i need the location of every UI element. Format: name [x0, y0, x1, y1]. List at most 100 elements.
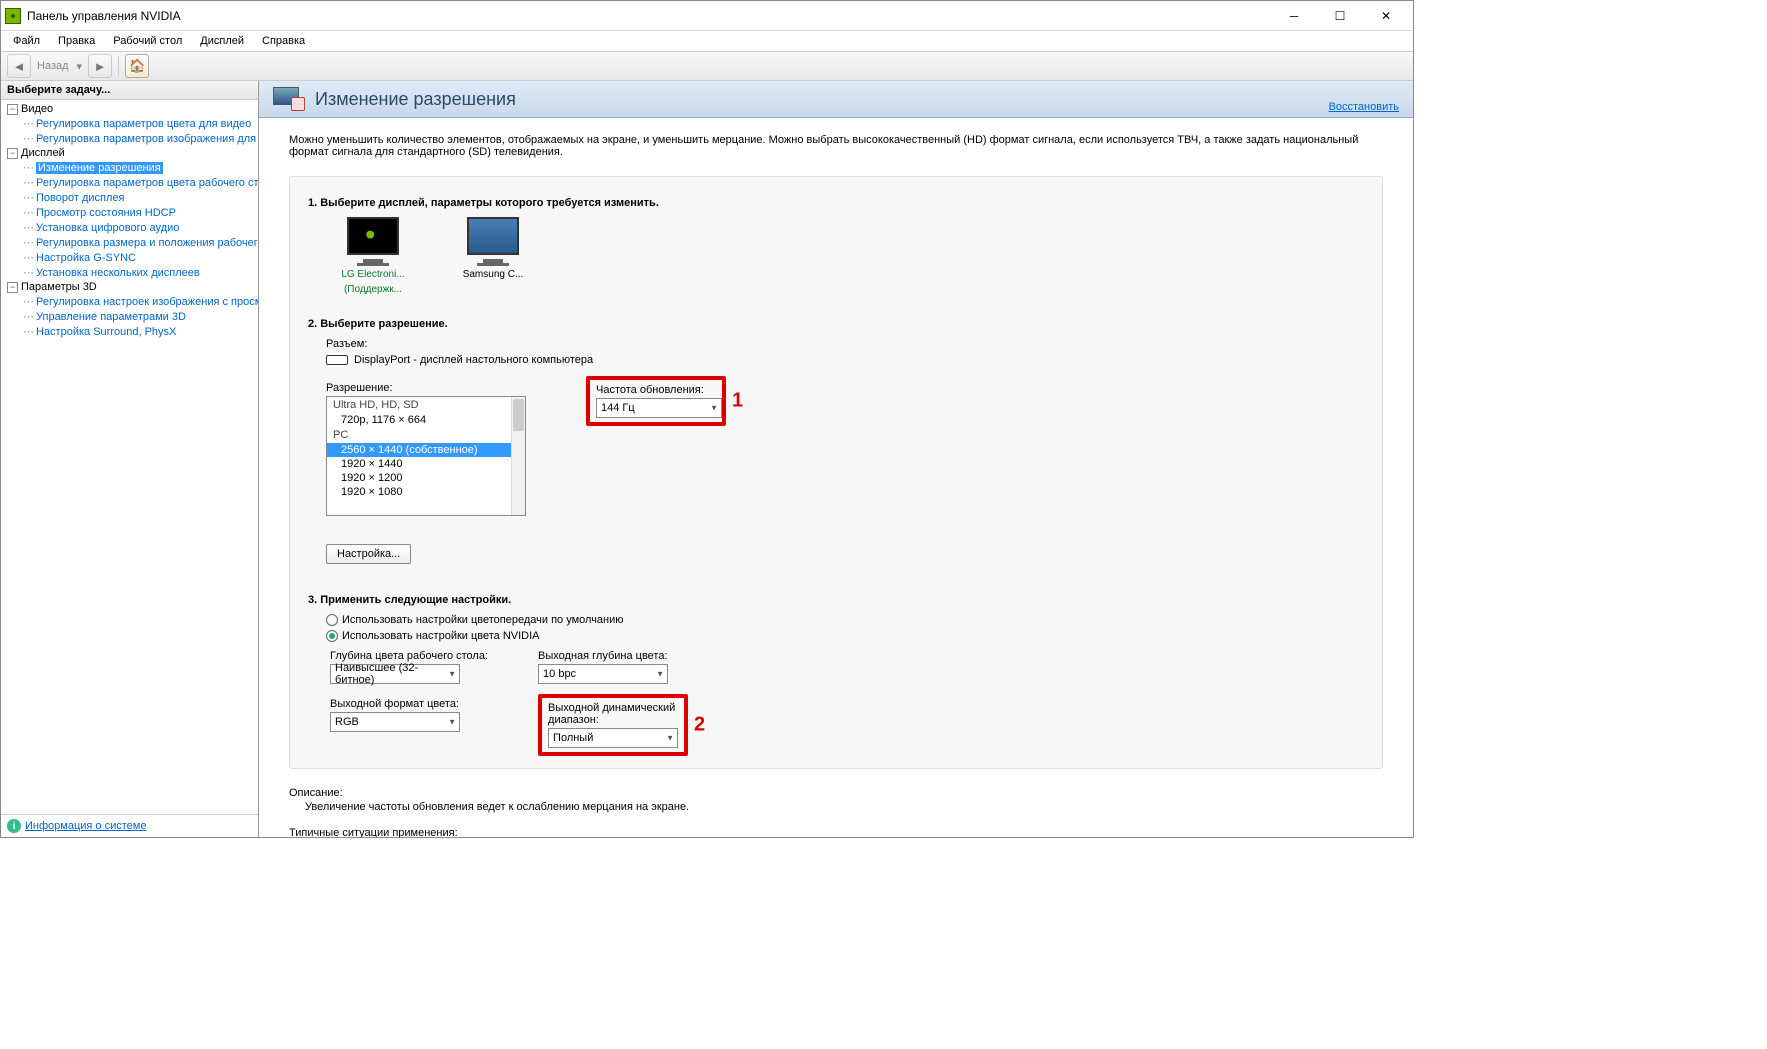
resolution-icon [273, 87, 305, 111]
step2-label: 2. Выберите разрешение. [308, 318, 1364, 330]
color-depth-select[interactable]: Наивысшее (32-битное) ▼ [330, 664, 460, 684]
menu-file[interactable]: Файл [5, 33, 48, 49]
back-label: Назад [35, 60, 71, 72]
tree-label-3d: Параметры 3D [21, 281, 97, 293]
menu-display[interactable]: Дисплей [192, 33, 252, 49]
resolution-option[interactable]: 720p, 1176 × 664 [327, 413, 525, 427]
body: Выберите задачу... − Видео ⋯Регулировка … [1, 81, 1413, 837]
display-item-samsung[interactable]: Samsung C... [458, 217, 528, 296]
connector-label: Разъем: [326, 338, 1364, 350]
titlebar: Панель управления NVIDIA ─ ☐ ✕ [1, 1, 1413, 31]
tree-group-3d[interactable]: − Параметры 3D [1, 280, 258, 294]
menu-edit[interactable]: Правка [50, 33, 103, 49]
tree-item-change-resolution[interactable]: ⋯Изменение разрешения [1, 160, 258, 175]
resolution-label: Разрешение: [326, 382, 526, 394]
tree-item-3d-manage[interactable]: ⋯Управление параметрами 3D [1, 309, 258, 324]
displayport-icon [326, 355, 348, 365]
customize-button[interactable]: Настройка... [326, 544, 411, 564]
tree-item-multi-display[interactable]: ⋯Установка нескольких дисплеев [1, 265, 258, 280]
color-depth-column: Глубина цвета рабочего стола: Наивысшее … [330, 648, 488, 756]
scrollbar[interactable] [511, 397, 525, 515]
page-title: Изменение разрешения [315, 89, 516, 110]
minimize-button[interactable]: ─ [1271, 1, 1317, 31]
display-item-lg[interactable]: LG Electroni... (Поддержк... [338, 217, 408, 296]
tree-item-gsync[interactable]: ⋯Настройка G-SYNC [1, 250, 258, 265]
tree-label-display: Дисплей [21, 147, 65, 159]
resolution-option[interactable]: 1920 × 1080 [327, 485, 525, 499]
nav-toolbar: ◄ Назад ▾ ► 🏠 [1, 51, 1413, 81]
menu-help[interactable]: Справка [254, 33, 313, 49]
settings-panel-1: 1. Выберите дисплей, параметры которого … [289, 176, 1383, 769]
nvidia-icon [5, 8, 21, 24]
description-line: Увеличение частоты обновления ведет к ос… [305, 801, 1383, 813]
forward-button[interactable]: ► [88, 54, 112, 78]
typical-header: Типичные ситуации применения: [289, 827, 1383, 837]
resolution-listbox[interactable]: Ultra HD, HD, SD 720p, 1176 × 664 PC 256… [326, 396, 526, 516]
back-button[interactable]: ◄ [7, 54, 31, 78]
tree-item-desktop-color[interactable]: ⋯Регулировка параметров цвета рабочего с… [1, 175, 258, 190]
tree-group-video[interactable]: − Видео [1, 102, 258, 116]
tree-item-hdcp[interactable]: ⋯Просмотр состояния HDCP [1, 205, 258, 220]
main-body: Можно уменьшить количество элементов, от… [259, 118, 1413, 837]
chevron-down-icon: ▼ [710, 404, 718, 413]
output-depth-select[interactable]: 10 bpc ▼ [538, 664, 668, 684]
color-depth-label: Глубина цвета рабочего стола: [330, 650, 488, 662]
annotation-number-2: 2 [694, 714, 705, 737]
menu-desktop[interactable]: Рабочий стол [105, 33, 190, 49]
refresh-column: Частота обновления: 144 Гц ▼ 1 [586, 376, 726, 426]
task-tree: − Видео ⋯Регулировка параметров цвета дл… [1, 100, 258, 814]
dynamic-range-label: Выходной динамический диапазон: [548, 702, 678, 726]
tree-item-size-position[interactable]: ⋯Регулировка размера и положения рабочег… [1, 235, 258, 250]
display-selector: LG Electroni... (Поддержк... Samsung C..… [338, 217, 1364, 296]
connector-row: DisplayPort - дисплей настольного компью… [326, 354, 1364, 366]
home-button[interactable]: 🏠 [125, 54, 149, 78]
output-format-label: Выходной формат цвета: [330, 698, 488, 710]
window-title: Панель управления NVIDIA [27, 9, 1271, 23]
chevron-down-icon: ▼ [448, 670, 456, 679]
tree-group-display[interactable]: − Дисплей [1, 146, 258, 160]
resolution-option[interactable]: 1920 × 1440 [327, 457, 525, 471]
info-icon: i [7, 819, 21, 833]
resolution-option-selected[interactable]: 2560 × 1440 (собственное) [327, 443, 525, 457]
resolution-option[interactable]: 1920 × 1200 [327, 471, 525, 485]
tree-item-video-image[interactable]: ⋯Регулировка параметров изображения для … [1, 131, 258, 146]
radio-default-color[interactable]: Использовать настройки цветопередачи по … [326, 614, 1364, 626]
annotation-box-1: Частота обновления: 144 Гц ▼ 1 [586, 376, 726, 426]
step1-label: 1. Выберите дисплей, параметры которого … [308, 197, 1364, 209]
refresh-label: Частота обновления: [596, 384, 716, 396]
collapse-icon[interactable]: − [7, 148, 18, 159]
refresh-rate-select[interactable]: 144 Гц ▼ [596, 398, 722, 418]
tree-item-3d-preview[interactable]: ⋯Регулировка настроек изображения с прос… [1, 294, 258, 309]
radio-nvidia-color[interactable]: Использовать настройки цвета NVIDIA [326, 630, 1364, 642]
back-dropdown-icon[interactable]: ▾ [75, 60, 85, 73]
collapse-icon[interactable]: − [7, 104, 18, 115]
chevron-down-icon: ▼ [666, 734, 674, 743]
toolbar-separator [118, 56, 119, 76]
radio-icon [326, 614, 338, 626]
collapse-icon[interactable]: − [7, 282, 18, 293]
close-button[interactable]: ✕ [1363, 1, 1409, 31]
page-description: Можно уменьшить количество элементов, от… [289, 134, 1383, 158]
menubar: Файл Правка Рабочий стол Дисплей Справка [1, 31, 1413, 51]
connector-value: DisplayPort - дисплей настольного компью… [354, 354, 593, 366]
description-section: Описание: Увеличение частоты обновления … [289, 787, 1383, 837]
resolution-column: Разрешение: Ultra HD, HD, SD 720p, 1176 … [326, 376, 526, 564]
restore-link[interactable]: Восстановить [1329, 101, 1399, 113]
tree-item-video-color[interactable]: ⋯Регулировка параметров цвета для видео [1, 116, 258, 131]
tree-label-video: Видео [21, 103, 53, 115]
chevron-down-icon: ▼ [656, 670, 664, 679]
output-depth-label: Выходная глубина цвета: [538, 650, 688, 662]
chevron-down-icon: ▼ [448, 718, 456, 727]
output-format-select[interactable]: RGB ▼ [330, 712, 460, 732]
tree-item-surround-physx[interactable]: ⋯Настройка Surround, PhysX [1, 324, 258, 339]
window-controls: ─ ☐ ✕ [1271, 1, 1409, 31]
tree-item-rotate-display[interactable]: ⋯Поворот дисплея [1, 190, 258, 205]
radio-icon-checked [326, 630, 338, 642]
description-header: Описание: [289, 787, 1383, 799]
sidebar-header: Выберите задачу... [1, 81, 258, 100]
step3-label: 3. Применить следующие настройки. [308, 594, 1364, 606]
maximize-button[interactable]: ☐ [1317, 1, 1363, 31]
tree-item-digital-audio[interactable]: ⋯Установка цифрового аудио [1, 220, 258, 235]
dynamic-range-select[interactable]: Полный ▼ [548, 728, 678, 748]
system-info-link[interactable]: Информация о системе [25, 820, 146, 832]
